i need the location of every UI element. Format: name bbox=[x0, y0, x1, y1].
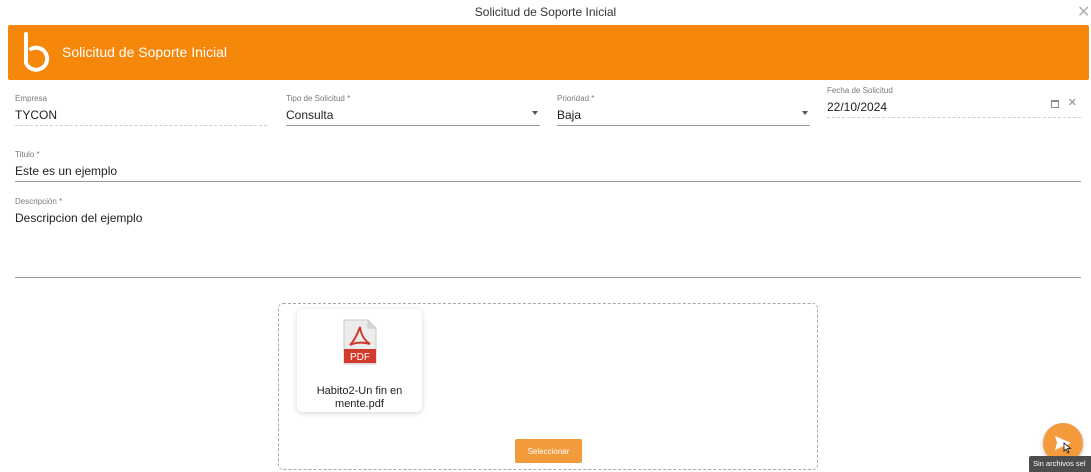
pointer-cursor-icon bbox=[1063, 442, 1072, 454]
prioridad-select[interactable]: Prioridad * Baja bbox=[557, 94, 810, 126]
calendar-icon[interactable] bbox=[1051, 100, 1059, 108]
b-logo-icon bbox=[24, 32, 50, 72]
close-icon[interactable]: ✕ bbox=[1077, 5, 1091, 21]
empresa-value: TYCON bbox=[15, 108, 57, 122]
fecha-solicitud-value: 22/10/2024 bbox=[827, 100, 888, 114]
fecha-solicitud-label: Fecha de Solicitud bbox=[827, 86, 893, 95]
tipo-solicitud-value: Consulta bbox=[286, 108, 334, 122]
chevron-down-icon[interactable] bbox=[532, 111, 538, 115]
window-title: Solicitud de Soporte Inicial bbox=[474, 5, 617, 19]
select-file-button[interactable]: Seleccionar bbox=[515, 439, 582, 463]
empresa-label: Empresa bbox=[15, 94, 48, 103]
send-tooltip: Sin archivos sel bbox=[1029, 456, 1091, 472]
prioridad-value: Baja bbox=[557, 108, 582, 122]
pdf-file-icon: PDF bbox=[343, 319, 377, 365]
descripcion-label: Descripción * bbox=[15, 197, 63, 206]
titulo-label: Titulo * bbox=[15, 150, 40, 159]
file-card[interactable]: PDF Habito2-Un fin en mente.pdf bbox=[297, 309, 422, 412]
form-title: Solicitud de Soporte Inicial bbox=[62, 44, 227, 60]
descripcion-value: Descripcion del ejemplo bbox=[15, 211, 143, 225]
clear-icon[interactable]: ✕ bbox=[1068, 96, 1077, 110]
form-header: Solicitud de Soporte Inicial bbox=[8, 25, 1089, 80]
tipo-solicitud-select[interactable]: Tipo de Solicitud * Consulta bbox=[286, 94, 540, 126]
tipo-solicitud-label: Tipo de Solicitud * bbox=[286, 94, 351, 103]
svg-text:PDF: PDF bbox=[350, 352, 370, 363]
file-name: Habito2-Un fin en mente.pdf bbox=[316, 385, 403, 410]
fecha-solicitud-field[interactable]: Fecha de Solicitud 22/10/2024 ✕ bbox=[827, 86, 1081, 118]
descripcion-field[interactable]: Descripción * Descripcion del ejemplo bbox=[15, 197, 1081, 278]
chevron-down-icon[interactable] bbox=[802, 111, 808, 115]
prioridad-label: Prioridad * bbox=[557, 94, 595, 103]
titulo-value: Este es un ejemplo bbox=[15, 164, 118, 178]
titulo-field[interactable]: Titulo * Este es un ejemplo bbox=[15, 150, 1081, 182]
empresa-field[interactable]: Empresa TYCON bbox=[15, 94, 267, 126]
attachment-dropzone[interactable]: PDF Habito2-Un fin en mente.pdf Seleccio… bbox=[278, 303, 818, 470]
